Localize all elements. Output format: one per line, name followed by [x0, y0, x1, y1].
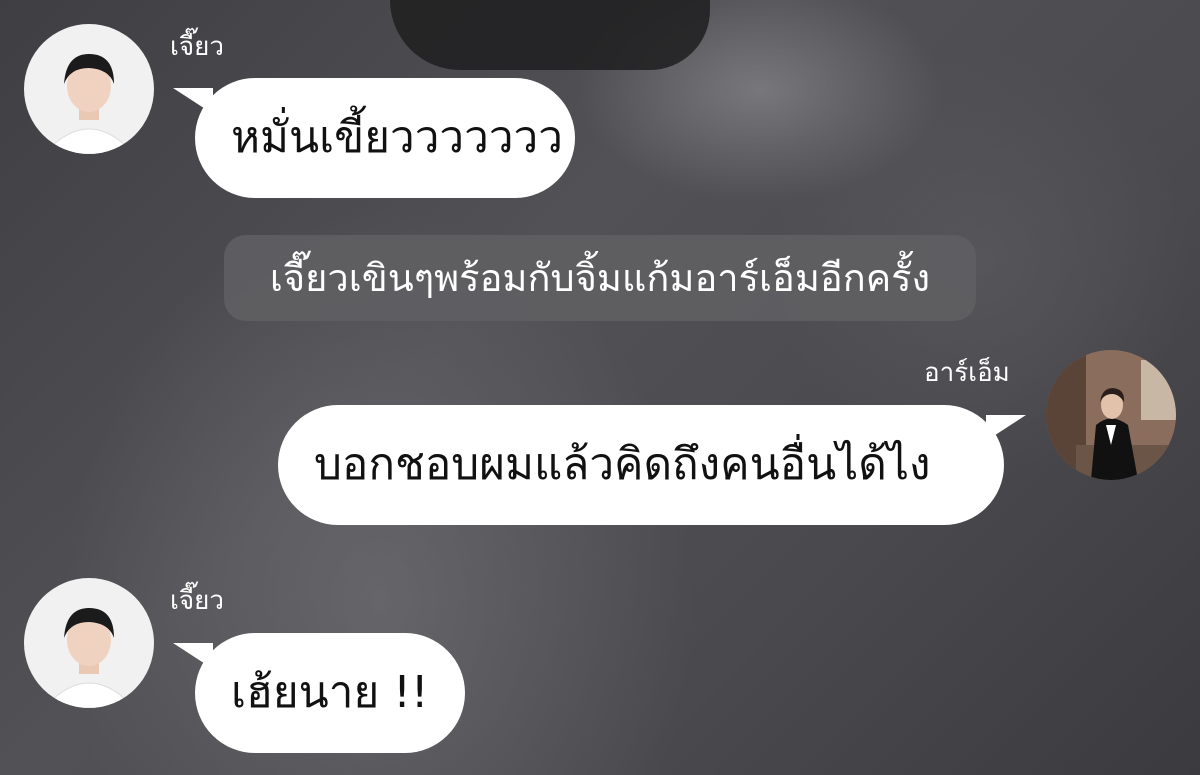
sender-name: อาร์เอ็ม — [924, 358, 1010, 388]
message-text: หมั่นเขี้ยววววววว — [231, 112, 563, 163]
bubble-tail — [986, 415, 1026, 441]
avatar-jiaw-image — [24, 24, 154, 154]
background-photo-shadow — [390, 0, 710, 70]
sender-name: เจี๊ยว — [170, 586, 224, 616]
avatar-jiaw-image — [24, 578, 154, 708]
narration-box: เจี๊ยวเขินๆพร้อมกับจิ้มแก้มอาร์เอ็มอีกคร… — [224, 235, 976, 321]
message-bubble-right[interactable]: บอกชอบผมแล้วคิดถึงคนอื่นได้ไง — [278, 405, 1026, 525]
avatar-jiaw[interactable] — [24, 578, 154, 708]
message-text: เฮ้ยนาย !! — [231, 667, 429, 718]
bubble-tail — [173, 88, 213, 114]
bubble-tail — [173, 643, 213, 669]
message-text: บอกชอบผมแล้วคิดถึงคนอื่นได้ไง — [314, 439, 931, 490]
sender-name: เจี๊ยว — [170, 32, 224, 62]
message-bubble-left[interactable]: เฮ้ยนาย !! — [173, 633, 465, 753]
avatar-jiaw[interactable] — [24, 24, 154, 154]
avatar-rm[interactable] — [1046, 350, 1176, 480]
message-bubble-left[interactable]: หมั่นเขี้ยววววววว — [173, 78, 575, 198]
avatar-rm-image — [1046, 350, 1176, 480]
